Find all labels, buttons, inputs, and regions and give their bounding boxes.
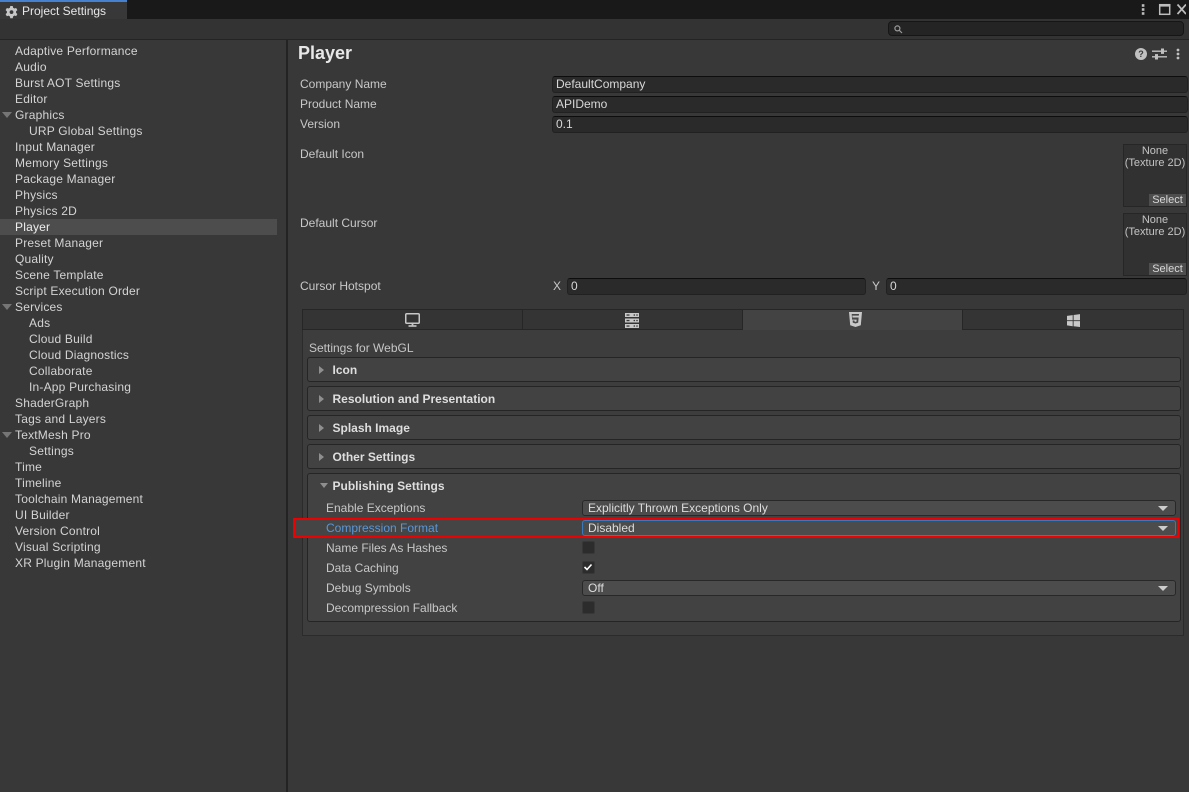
svg-text:?: ?	[1138, 49, 1144, 59]
